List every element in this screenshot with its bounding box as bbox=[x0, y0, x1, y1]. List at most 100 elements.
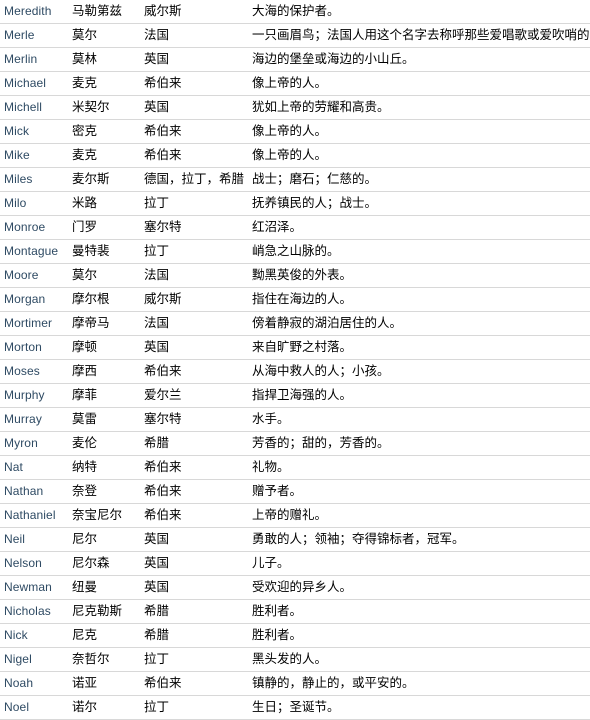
cell-chinese-transliteration: 莫尔 bbox=[72, 23, 144, 48]
cell-chinese-transliteration: 摩菲 bbox=[72, 383, 144, 408]
cell-meaning: 海边的堡垒或海边的小山丘。 bbox=[252, 47, 590, 72]
cell-english-name: Meredith bbox=[0, 0, 72, 24]
cell-chinese-transliteration: 麦尔斯 bbox=[72, 167, 144, 192]
table-row: Murphy 摩菲 爱尔兰 指捍卫海强的人。 bbox=[0, 383, 590, 408]
cell-chinese-transliteration: 摩尔根 bbox=[72, 287, 144, 312]
cell-english-name: Mike bbox=[0, 143, 72, 168]
cell-origin: 威尔斯 bbox=[144, 287, 252, 312]
cell-meaning: 红沼泽。 bbox=[252, 215, 590, 240]
table-row: Nick 尼克 希腊 胜利者。 bbox=[0, 623, 590, 648]
cell-chinese-transliteration: 摩帝马 bbox=[72, 311, 144, 336]
cell-english-name: Montague bbox=[0, 239, 72, 264]
table-row: Morton 摩顿 英国 来自旷野之村落。 bbox=[0, 335, 590, 360]
cell-meaning: 赠予者。 bbox=[252, 479, 590, 504]
table-row: Merlin 莫林 英国 海边的堡垒或海边的小山丘。 bbox=[0, 47, 590, 72]
cell-chinese-transliteration: 麦伦 bbox=[72, 431, 144, 456]
cell-chinese-transliteration: 奈哲尔 bbox=[72, 647, 144, 672]
cell-chinese-transliteration: 尼克勒斯 bbox=[72, 599, 144, 624]
cell-meaning: 抚养镇民的人；战士。 bbox=[252, 191, 590, 216]
cell-chinese-transliteration: 诺尔 bbox=[72, 695, 144, 720]
cell-chinese-transliteration: 麦克 bbox=[72, 71, 144, 96]
cell-meaning: 一只画眉鸟；法国人用这个名字去称呼那些爱唱歌或爱吹哨的人 bbox=[252, 23, 590, 48]
cell-meaning: 来自旷野之村落。 bbox=[252, 335, 590, 360]
cell-chinese-transliteration: 米契尔 bbox=[72, 95, 144, 120]
cell-origin: 希伯来 bbox=[144, 671, 252, 696]
cell-english-name: Moses bbox=[0, 359, 72, 384]
table-row: Mick 密克 希伯来 像上帝的人。 bbox=[0, 119, 590, 144]
cell-origin: 希伯来 bbox=[144, 503, 252, 528]
cell-english-name: Mick bbox=[0, 119, 72, 144]
cell-meaning: 像上帝的人。 bbox=[252, 71, 590, 96]
cell-english-name: Noel bbox=[0, 695, 72, 720]
cell-chinese-transliteration: 麦克 bbox=[72, 143, 144, 168]
cell-origin: 拉丁 bbox=[144, 239, 252, 264]
cell-english-name: Neil bbox=[0, 527, 72, 552]
table-row: Neil 尼尔 英国 勇敢的人；领袖；夺得锦标者，冠军。 bbox=[0, 527, 590, 552]
table-row: Myron 麦伦 希腊 芳香的；甜的，芳香的。 bbox=[0, 431, 590, 456]
table-row: Noah 诺亚 希伯来 镇静的，静止的，或平安的。 bbox=[0, 671, 590, 696]
table-row: Mike 麦克 希伯来 像上帝的人。 bbox=[0, 143, 590, 168]
table-row: Milo 米路 拉丁 抚养镇民的人；战士。 bbox=[0, 191, 590, 216]
cell-chinese-transliteration: 曼特裴 bbox=[72, 239, 144, 264]
cell-meaning: 胜利者。 bbox=[252, 599, 590, 624]
cell-english-name: Mortimer bbox=[0, 311, 72, 336]
cell-english-name: Noah bbox=[0, 671, 72, 696]
cell-origin: 德国，拉丁，希腊 bbox=[144, 167, 252, 192]
table-row: Newman 纽曼 英国 受欢迎的异乡人。 bbox=[0, 575, 590, 600]
cell-english-name: Merlin bbox=[0, 47, 72, 72]
english-names-table: Meredith 马勒第兹 威尔斯 大海的保护者。 Merle 莫尔 法国 一只画眉鸟；法国人… bbox=[0, 0, 590, 720]
table-row: Mortimer 摩帝马 法国 傍着静寂的湖泊居住的人。 bbox=[0, 311, 590, 336]
cell-origin: 英国 bbox=[144, 551, 252, 576]
table-row: Murray 莫雷 塞尔特 水手。 bbox=[0, 407, 590, 432]
table-row: Meredith 马勒第兹 威尔斯 大海的保护者。 bbox=[0, 0, 590, 24]
cell-origin: 希伯来 bbox=[144, 119, 252, 144]
table-row: Moses 摩西 希伯来 从海中救人的人；小孩。 bbox=[0, 359, 590, 384]
cell-origin: 塞尔特 bbox=[144, 407, 252, 432]
cell-origin: 法国 bbox=[144, 23, 252, 48]
cell-english-name: Moore bbox=[0, 263, 72, 288]
cell-chinese-transliteration: 奈登 bbox=[72, 479, 144, 504]
cell-english-name: Morgan bbox=[0, 287, 72, 312]
cell-meaning: 水手。 bbox=[252, 407, 590, 432]
cell-english-name: Murphy bbox=[0, 383, 72, 408]
cell-chinese-transliteration: 尼尔 bbox=[72, 527, 144, 552]
cell-origin: 爱尔兰 bbox=[144, 383, 252, 408]
table-row: Michell 米契尔 英国 犹如上帝的劳耀和高贵。 bbox=[0, 95, 590, 120]
cell-english-name: Monroe bbox=[0, 215, 72, 240]
cell-origin: 希腊 bbox=[144, 599, 252, 624]
cell-english-name: Nicholas bbox=[0, 599, 72, 624]
table-row: Nicholas 尼克勒斯 希腊 胜利者。 bbox=[0, 599, 590, 624]
table-row: Merle 莫尔 法国 一只画眉鸟；法国人用这个名字去称呼那些爱唱歌或爱吹哨的人 bbox=[0, 23, 590, 48]
cell-english-name: Myron bbox=[0, 431, 72, 456]
table-row: Nigel 奈哲尔 拉丁 黑头发的人。 bbox=[0, 647, 590, 672]
cell-chinese-transliteration: 马勒第兹 bbox=[72, 0, 144, 24]
cell-origin: 英国 bbox=[144, 47, 252, 72]
cell-origin: 塞尔特 bbox=[144, 215, 252, 240]
cell-meaning: 像上帝的人。 bbox=[252, 143, 590, 168]
cell-meaning: 像上帝的人。 bbox=[252, 119, 590, 144]
cell-meaning: 儿子。 bbox=[252, 551, 590, 576]
table-row: Nelson 尼尔森 英国 儿子。 bbox=[0, 551, 590, 576]
cell-meaning: 镇静的，静止的，或平安的。 bbox=[252, 671, 590, 696]
cell-meaning: 胜利者。 bbox=[252, 623, 590, 648]
cell-origin: 希伯来 bbox=[144, 71, 252, 96]
cell-english-name: Nick bbox=[0, 623, 72, 648]
cell-english-name: Miles bbox=[0, 167, 72, 192]
cell-english-name: Nathaniel bbox=[0, 503, 72, 528]
table-row: Montague 曼特裴 拉丁 峭急之山脉的。 bbox=[0, 239, 590, 264]
table-row: Monroe 门罗 塞尔特 红沼泽。 bbox=[0, 215, 590, 240]
cell-meaning: 指捍卫海强的人。 bbox=[252, 383, 590, 408]
cell-chinese-transliteration: 奈宝尼尔 bbox=[72, 503, 144, 528]
cell-meaning: 大海的保护者。 bbox=[252, 0, 590, 24]
cell-origin: 拉丁 bbox=[144, 695, 252, 720]
cell-origin: 威尔斯 bbox=[144, 0, 252, 24]
cell-meaning: 受欢迎的异乡人。 bbox=[252, 575, 590, 600]
cell-meaning: 战士；磨石；仁慈的。 bbox=[252, 167, 590, 192]
cell-english-name: Michael bbox=[0, 71, 72, 96]
table-row: Nathan 奈登 希伯来 赠予者。 bbox=[0, 479, 590, 504]
cell-origin: 希伯来 bbox=[144, 455, 252, 480]
table-row: Nat 纳特 希伯来 礼物。 bbox=[0, 455, 590, 480]
cell-meaning: 勇敢的人；领袖；夺得锦标者，冠军。 bbox=[252, 527, 590, 552]
table-row: Noel 诺尔 拉丁 生日；圣诞节。 bbox=[0, 695, 590, 720]
cell-english-name: Morton bbox=[0, 335, 72, 360]
